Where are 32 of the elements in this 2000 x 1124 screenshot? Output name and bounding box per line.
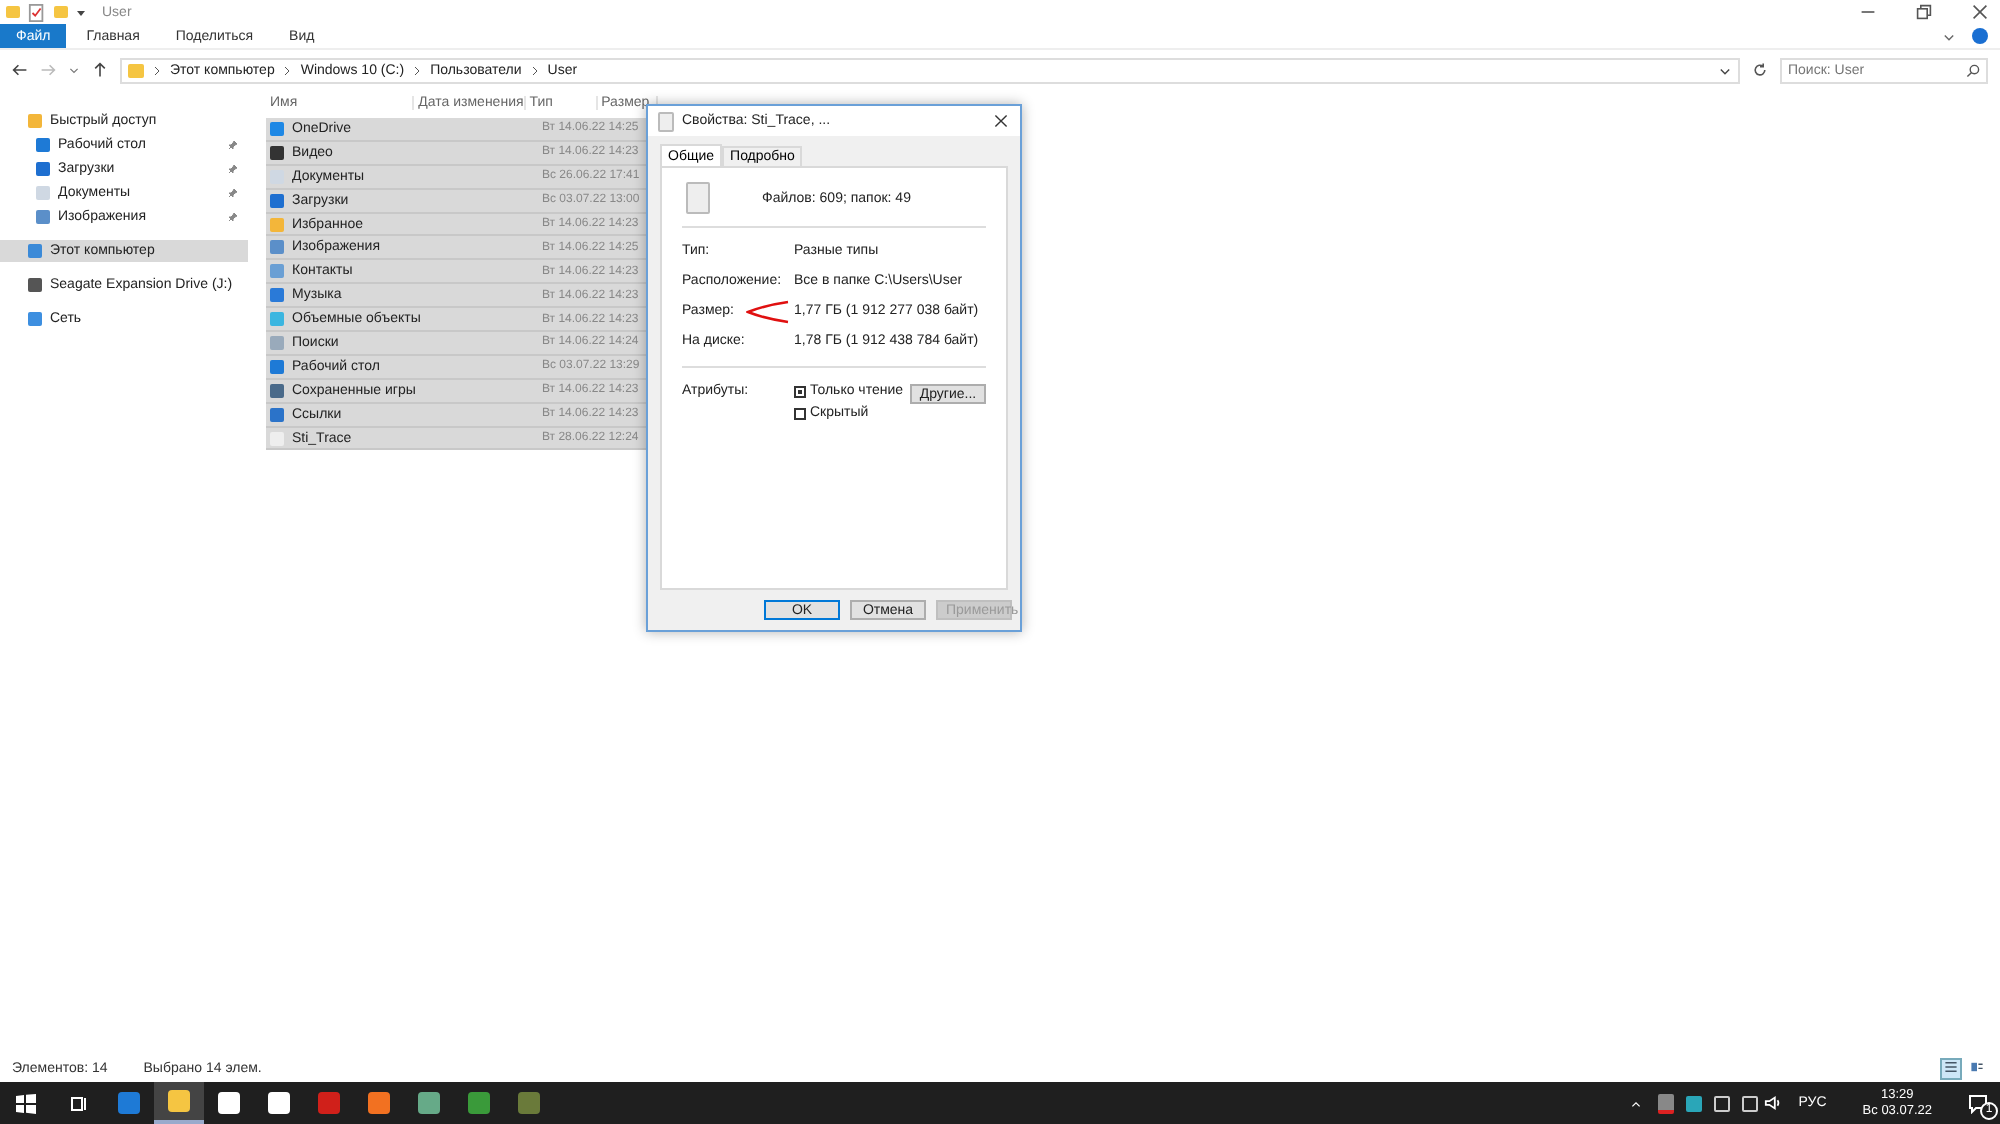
up-arrow-icon[interactable] xyxy=(92,62,108,78)
pin-icon[interactable] xyxy=(228,164,238,174)
search-icon xyxy=(1966,63,1980,77)
details-view-button[interactable] xyxy=(1940,1058,1962,1080)
close-icon[interactable] xyxy=(1972,4,1988,20)
chevron-up-icon[interactable] xyxy=(1630,1097,1643,1109)
properties-icon[interactable] xyxy=(28,3,46,21)
windows-start-icon[interactable] xyxy=(16,1093,36,1113)
close-icon[interactable] xyxy=(994,114,1008,128)
files-icon xyxy=(686,182,710,214)
chevron-icon xyxy=(152,65,162,75)
tiles-view-icon xyxy=(1970,1060,1984,1074)
pin-icon[interactable] xyxy=(228,188,238,198)
help-icon[interactable] xyxy=(1972,28,1988,44)
pin-icon[interactable] xyxy=(228,140,238,150)
annotation-scribble xyxy=(746,300,790,324)
taskbar-app-icon[interactable] xyxy=(154,1082,204,1124)
list-view-icon xyxy=(1944,1060,1958,1074)
volume-icon[interactable] xyxy=(1764,1094,1783,1112)
chevron-icon xyxy=(529,65,540,75)
pin-icon[interactable] xyxy=(228,212,238,222)
file-icon xyxy=(658,111,674,131)
dropdown-icon[interactable] xyxy=(1718,63,1732,77)
task-view-icon[interactable] xyxy=(68,1093,88,1113)
chevron-icon xyxy=(412,65,423,75)
refresh-icon[interactable] xyxy=(1752,62,1768,78)
notification-icon[interactable] xyxy=(1968,1093,1988,1113)
chevron-icon xyxy=(282,65,293,75)
back-arrow-icon[interactable] xyxy=(12,62,28,78)
restore-icon[interactable] xyxy=(1916,4,1932,20)
caret-icon[interactable] xyxy=(76,7,86,17)
chevron-icon[interactable] xyxy=(1942,29,1956,43)
